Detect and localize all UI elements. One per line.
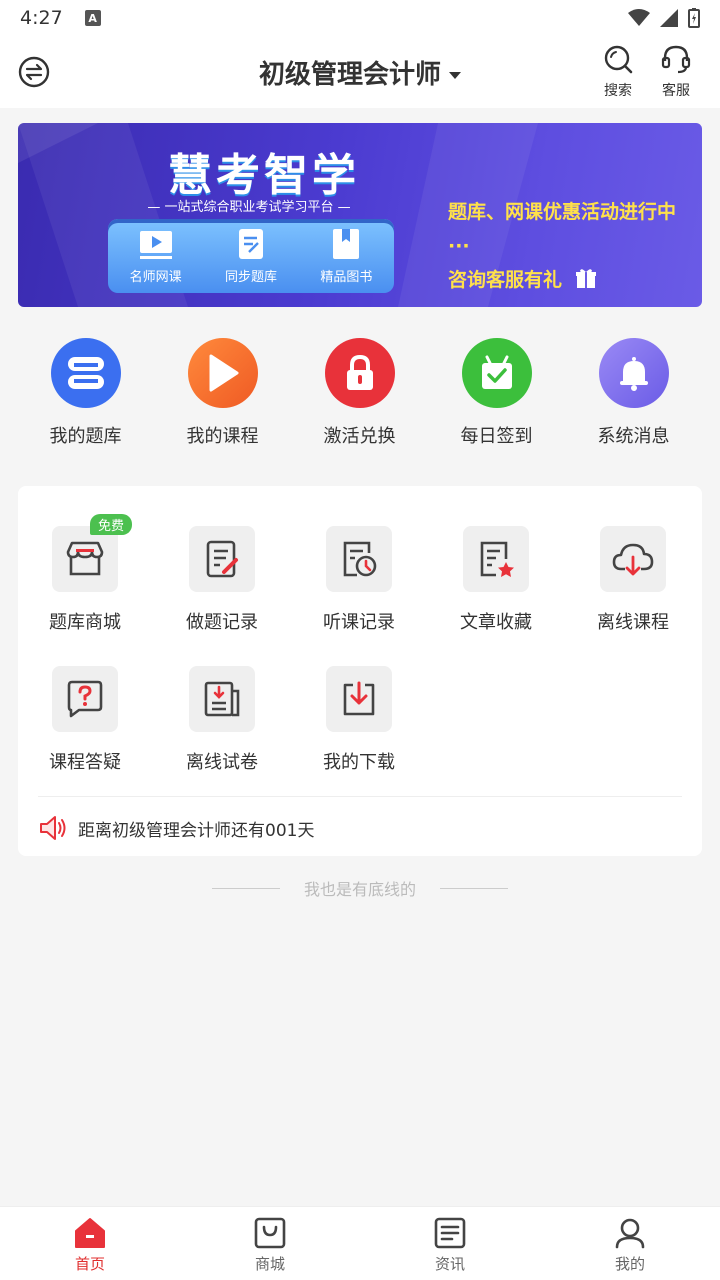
- shopping-bag-icon: [254, 1217, 286, 1249]
- end-of-list: 我也是有底线的: [0, 876, 720, 900]
- status-time: 4:27: [20, 7, 63, 29]
- question-bubble-icon: [52, 666, 118, 732]
- grid-label: 题库商城: [49, 612, 121, 633]
- quick-activate-redeem[interactable]: 激活兑换: [291, 338, 428, 448]
- grid-label: 听课记录: [323, 612, 395, 633]
- banner-promo-text: 题库、网课优惠活动进行中 ··· 咨询客服有礼: [448, 195, 702, 297]
- tab-mall[interactable]: 商城: [180, 1207, 360, 1280]
- user-icon: [615, 1218, 645, 1249]
- grid-article-favorites[interactable]: 文章收藏: [436, 526, 556, 634]
- play-icon: [187, 338, 258, 408]
- exam-countdown-notice: 距离初级管理会计师还有001天: [38, 814, 314, 842]
- grid-label: 做题记录: [186, 612, 258, 633]
- page-title: 初级管理会计师: [258, 60, 441, 90]
- tab-news[interactable]: 资讯: [360, 1207, 540, 1280]
- grid-my-downloads[interactable]: 我的下载: [299, 666, 419, 774]
- bell-icon: [598, 338, 669, 408]
- banner-item-bank: 同步题库: [225, 228, 277, 285]
- book-icon: [333, 228, 360, 259]
- edit-doc-icon: [238, 228, 263, 259]
- promo-line-2: 咨询客服有礼: [448, 263, 702, 297]
- card-divider: [38, 796, 682, 797]
- top-header: 初级管理会计师 搜索 客服: [0, 36, 720, 108]
- grid-label: 文章收藏: [460, 612, 532, 633]
- service-label: 客服: [662, 83, 690, 99]
- download-box-icon: [326, 666, 392, 732]
- headset-icon: [661, 45, 691, 74]
- search-icon: [604, 45, 633, 74]
- end-line-left: [211, 887, 280, 889]
- star-doc-icon: [463, 526, 529, 592]
- shop-icon: 免费: [52, 514, 132, 592]
- banner-item-books: 精品图书: [320, 228, 372, 285]
- quick-my-question-bank[interactable]: 我的题库: [17, 338, 154, 448]
- clock-record-icon: [326, 526, 392, 592]
- check-gift-icon: [461, 338, 532, 408]
- banner-tagline: — 一站式综合职业考试学习平台 —: [147, 200, 351, 215]
- quick-label: 我的课程: [186, 426, 259, 447]
- banner-item-label: 名师网课: [129, 269, 182, 285]
- quick-daily-checkin[interactable]: 每日签到: [428, 338, 565, 448]
- tab-label: 资讯: [434, 1255, 465, 1273]
- edit-record-icon: [189, 526, 255, 592]
- speaker-icon: [40, 816, 66, 840]
- news-icon: [434, 1217, 466, 1249]
- status-bar: 4:27 A: [0, 0, 720, 36]
- tab-label: 商城: [254, 1255, 285, 1273]
- grid-label: 我的下载: [323, 752, 395, 773]
- customer-service-button[interactable]: 客服: [656, 44, 696, 100]
- search-button[interactable]: 搜索: [598, 44, 638, 100]
- tab-label: 首页: [74, 1255, 105, 1273]
- banner-feature-panel: 名师网课 同步题库 精品图书: [108, 219, 394, 293]
- cloud-download-icon: [600, 526, 666, 592]
- home-icon: [75, 1218, 105, 1248]
- signal-icon: [660, 9, 678, 27]
- banner-tagline-text: 一站式综合职业考试学习平台: [164, 200, 334, 215]
- free-badge: 免费: [89, 514, 132, 535]
- feature-card: 免费 题库商城 做题记录 听课记录 文章收藏 离线课程 课程答疑 离线试卷 我的…: [18, 486, 702, 856]
- tab-mine[interactable]: 我的: [540, 1207, 720, 1280]
- end-line-right: [440, 887, 508, 889]
- quick-system-messages[interactable]: 系统消息: [565, 338, 702, 448]
- grid-label: 离线试卷: [186, 752, 258, 773]
- grid-course-qa[interactable]: 课程答疑: [25, 666, 145, 774]
- quick-my-courses[interactable]: 我的课程: [154, 338, 291, 448]
- wifi-icon: [628, 9, 650, 26]
- chevron-down-icon: [449, 72, 461, 79]
- grid-bank-shop[interactable]: 免费 题库商城: [25, 514, 145, 634]
- banner-brand: 慧考智学: [168, 150, 360, 201]
- tab-home[interactable]: 首页: [0, 1207, 180, 1280]
- video-icon: [139, 230, 172, 259]
- grid-offline-papers[interactable]: 离线试卷: [162, 666, 282, 774]
- promo-line-2-text: 咨询客服有礼: [448, 269, 563, 291]
- banner-item-label: 同步题库: [224, 269, 277, 285]
- grid-label: 离线课程: [597, 612, 669, 633]
- grid-listening-record[interactable]: 听课记录: [299, 526, 419, 634]
- grid-offline-courses[interactable]: 离线课程: [573, 526, 693, 634]
- quick-label: 我的题库: [49, 426, 122, 447]
- bottom-tab-bar: 首页 商城 资讯 我的: [0, 1206, 720, 1280]
- gift-icon: [575, 269, 596, 288]
- lock-icon: [324, 338, 395, 408]
- battery-icon: [688, 8, 700, 28]
- search-label: 搜索: [604, 83, 632, 99]
- notification-a-icon: A: [84, 10, 101, 26]
- banner-item-video: 名师网课: [130, 228, 182, 285]
- tab-label: 我的: [614, 1255, 645, 1273]
- grid-label: 课程答疑: [49, 752, 121, 773]
- grid-practice-record[interactable]: 做题记录: [162, 526, 282, 634]
- status-icons: [628, 8, 700, 28]
- quick-actions: 我的题库 我的课程 激活兑换 每日签到 系统消息: [0, 338, 720, 448]
- question-bank-icon: [50, 338, 121, 408]
- countdown-text: 距离初级管理会计师还有001天: [78, 820, 315, 841]
- promo-banner[interactable]: 慧考智学 — 一站式综合职业考试学习平台 — 名师网课 同步题库 精品图书 题库…: [18, 123, 702, 307]
- quick-label: 系统消息: [597, 426, 670, 447]
- end-text: 我也是有底线的: [303, 880, 416, 899]
- paper-download-icon: [189, 666, 255, 732]
- quick-label: 每日签到: [460, 426, 533, 447]
- promo-line-1: 题库、网课优惠活动进行中 ···: [448, 201, 677, 257]
- quick-label: 激活兑换: [323, 426, 396, 447]
- banner-item-label: 精品图书: [320, 269, 373, 285]
